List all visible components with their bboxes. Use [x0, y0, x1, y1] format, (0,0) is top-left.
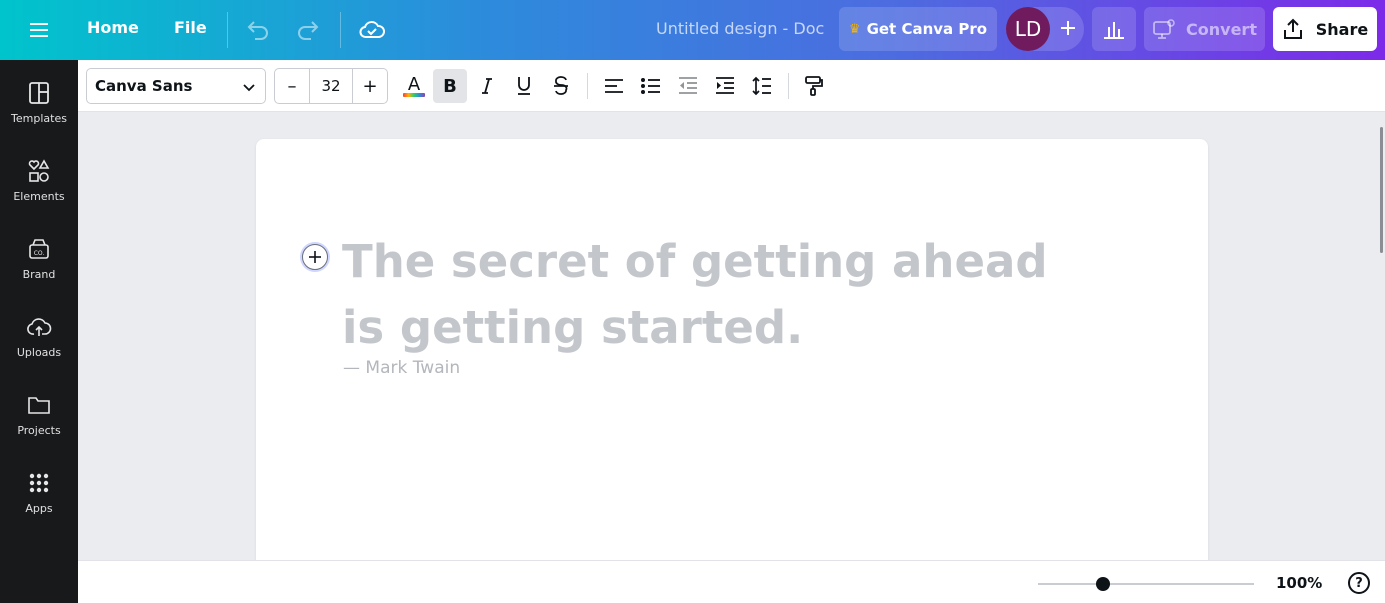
share-label: Share [1315, 19, 1369, 39]
add-block-button[interactable] [302, 244, 328, 270]
quote-heading[interactable]: The secret of getting ahead is getting s… [342, 229, 1062, 361]
outdent-icon[interactable] [671, 69, 705, 103]
share-upload-icon [1283, 18, 1302, 39]
get-canva-pro-button[interactable]: ♛ Get Canva Pro [839, 7, 997, 51]
templates-icon [29, 82, 49, 104]
convert-button[interactable]: Convert [1144, 7, 1265, 51]
toolbar-divider [788, 73, 789, 99]
canvas-area: The secret of getting ahead is getting s… [78, 112, 1385, 560]
sidebar-item-label: Brand [22, 268, 56, 281]
sidebar-item-label: Uploads [16, 346, 62, 359]
menu-icon[interactable] [22, 17, 56, 43]
text-color-icon[interactable]: A [397, 69, 431, 103]
svg-text:B: B [443, 76, 457, 96]
font-family-select[interactable]: Canva Sans [86, 68, 266, 104]
avatar[interactable]: LD [1006, 7, 1050, 51]
plus-icon [309, 251, 321, 263]
divider [340, 12, 341, 48]
quote-author[interactable]: — Mark Twain [343, 358, 460, 378]
underline-icon[interactable] [507, 69, 541, 103]
cloud-saved-icon[interactable] [356, 14, 388, 46]
bullet-list-icon[interactable] [634, 69, 668, 103]
undo-icon[interactable] [244, 16, 272, 44]
decrease-font-size-button[interactable]: – [275, 69, 309, 103]
scrollbar-thumb[interactable] [1380, 127, 1383, 253]
get-canva-pro-label: Get Canva Pro [866, 20, 988, 38]
bold-icon[interactable]: B [433, 69, 467, 103]
redo-icon[interactable] [294, 16, 322, 44]
add-collaborator-plus-icon[interactable] [1054, 14, 1082, 42]
indent-icon[interactable] [708, 69, 742, 103]
sidebar-item-label: Elements [13, 190, 65, 203]
svg-text:A: A [408, 74, 421, 95]
file-menu[interactable]: File [174, 18, 207, 37]
italic-icon[interactable] [470, 69, 504, 103]
convert-label: Convert [1186, 19, 1257, 39]
font-size-input[interactable]: 32 [309, 69, 353, 103]
share-button[interactable]: Share [1273, 7, 1377, 51]
toolbar-divider [587, 73, 588, 99]
apps-grid-icon [29, 473, 49, 493]
sidebar-item-uploads[interactable]: Uploads [0, 306, 78, 376]
sidebar-item-apps[interactable]: Apps [0, 462, 78, 532]
home-link[interactable]: Home [87, 18, 139, 37]
svg-text:CO.: CO. [34, 250, 45, 257]
crown-icon: ♛ [848, 21, 861, 37]
format-toolbar: Canva Sans – 32 + A B [78, 60, 1385, 112]
sidebar-item-templates[interactable]: Templates [0, 72, 78, 142]
top-bar: Home File Untitled design - Doc ♛ Get Ca… [0, 0, 1385, 60]
left-sidebar: Templates Elements CO. Brand Uploads Pro… [0, 60, 78, 603]
font-family-value: Canva Sans [95, 77, 193, 95]
zoom-level[interactable]: 100% [1276, 574, 1322, 592]
bar-chart-icon[interactable] [1092, 7, 1136, 51]
collaborators-group: LD [1006, 7, 1084, 51]
upload-cloud-icon [27, 318, 52, 336]
divider [227, 12, 228, 48]
sidebar-item-label: Templates [11, 112, 67, 125]
elements-icon [28, 159, 50, 182]
help-icon[interactable]: ? [1348, 572, 1370, 594]
sidebar-item-label: Apps [25, 502, 53, 515]
align-left-icon[interactable] [597, 69, 631, 103]
sidebar-item-label: Projects [17, 424, 61, 437]
font-size-stepper: – 32 + [274, 68, 388, 104]
document-page[interactable]: The secret of getting ahead is getting s… [256, 139, 1208, 560]
sidebar-item-projects[interactable]: Projects [0, 384, 78, 454]
vertical-scrollbar[interactable] [1377, 112, 1385, 560]
increase-font-size-button[interactable]: + [353, 69, 387, 103]
sidebar-item-brand[interactable]: CO. Brand [0, 228, 78, 298]
chevron-down-icon [243, 84, 255, 92]
sidebar-item-elements[interactable]: Elements [0, 150, 78, 220]
zoom-slider-thumb[interactable] [1096, 577, 1110, 591]
folder-icon [28, 397, 50, 414]
bottom-bar: 100% ? [78, 560, 1385, 603]
convert-icon [1153, 19, 1175, 39]
format-painter-icon[interactable] [797, 69, 831, 103]
zoom-slider-track[interactable] [1038, 583, 1254, 585]
line-spacing-icon[interactable] [745, 69, 779, 103]
brand-icon: CO. [29, 239, 49, 259]
strikethrough-icon[interactable] [544, 69, 578, 103]
document-title[interactable]: Untitled design - Doc [656, 19, 824, 38]
